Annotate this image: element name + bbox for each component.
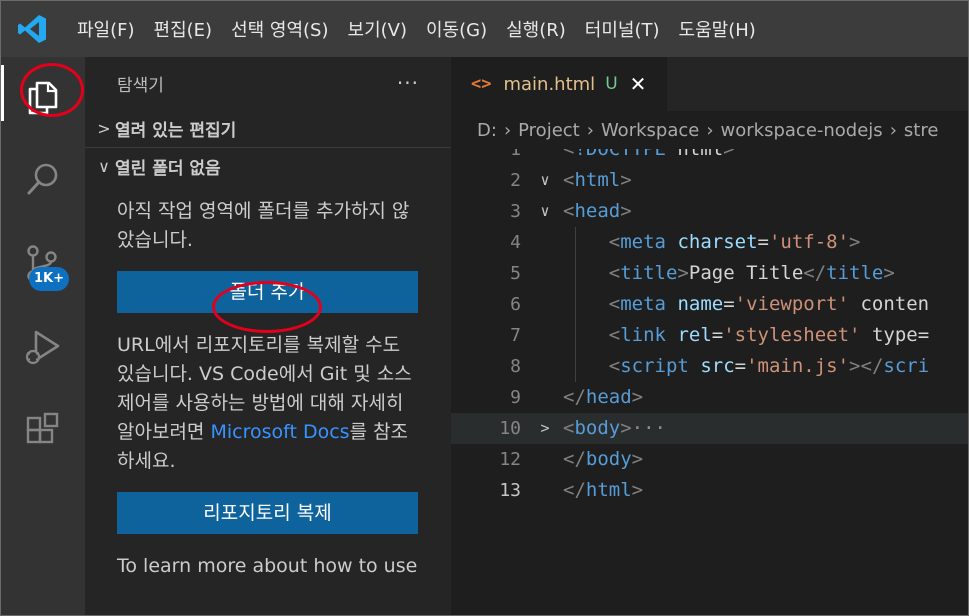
html-file-icon: <> [471, 74, 492, 94]
breadcrumb-item[interactable]: D: [477, 120, 497, 141]
menu-run[interactable]: 실행(R) [506, 16, 566, 42]
code-text: <!DOCTYPE html> [563, 149, 735, 160]
clone-description: URL에서 리포지토리를 복제할 수도 있습니다. VS Code에서 Git … [117, 331, 419, 476]
code-line[interactable]: 12 </body> [451, 444, 968, 475]
menu-file[interactable]: 파일(F) [77, 16, 135, 42]
code-line[interactable]: 1 <!DOCTYPE html> [451, 149, 968, 165]
code-text: <meta charset='utf-8'> [608, 231, 861, 253]
code-text: </head> [563, 386, 644, 408]
code-line[interactable]: 13 </html> [451, 475, 968, 506]
code-text: <head> [563, 200, 632, 222]
section-no-folder[interactable]: ∨ 열린 폴더 없음 [85, 147, 451, 185]
line-number: 5 [510, 263, 521, 284]
chevron-right-icon: › [586, 119, 594, 141]
code-text: </body> [563, 448, 644, 470]
code-text: <title>Page Title</title> [608, 262, 895, 284]
code-line[interactable]: 10 > <body>··· [451, 413, 968, 444]
chevron-down-icon: ∨ [98, 157, 110, 176]
microsoft-docs-link[interactable]: Microsoft Docs [210, 421, 349, 443]
run-debug-icon[interactable] [1, 307, 85, 387]
breadcrumb-item[interactable]: Project [518, 120, 580, 141]
intro-text: 아직 작업 영역에 폴더를 추가하지 않았습니다. [117, 200, 410, 251]
line-number: 12 [499, 449, 521, 470]
code-line[interactable]: 6 <meta name='viewport' conten [451, 289, 968, 320]
source-control-icon[interactable] [1, 223, 85, 303]
more-actions-icon[interactable]: ··· [397, 71, 419, 95]
clone-repository-button[interactable]: 리포지토리 복제 [117, 492, 418, 534]
code-line[interactable]: 7 <link rel='stylesheet' type= [451, 320, 968, 351]
menu-selection[interactable]: 선택 영역(S) [231, 16, 328, 42]
code-line[interactable]: 9 </head> [451, 382, 968, 413]
code-text: <link rel='stylesheet' type= [608, 324, 930, 346]
vscode-logo-icon [1, 1, 63, 57]
menu-bar: 파일(F) 편집(E) 선택 영역(S) 보기(V) 이동(G) 실행(R) 터… [1, 1, 968, 57]
search-icon[interactable] [1, 139, 85, 219]
tab-filename: main.html [503, 73, 596, 95]
close-icon[interactable]: ✕ [630, 72, 647, 96]
chevron-right-icon: > [97, 118, 111, 138]
untracked-badge: U [605, 74, 618, 94]
line-number: 2 [510, 170, 521, 191]
code-line[interactable]: 4 <meta charset='utf-8'> [451, 227, 968, 258]
breadcrumb-item[interactable]: workspace-nodejs [721, 120, 883, 141]
code-text: </html> [563, 479, 644, 501]
active-indicator [1, 65, 4, 121]
menu-view[interactable]: 보기(V) [348, 16, 407, 42]
line-number: 9 [510, 387, 521, 408]
fold-expand-icon[interactable]: > [535, 413, 555, 444]
chevron-right-icon: › [889, 119, 897, 141]
add-folder-button[interactable]: 폴더 추가 [117, 271, 418, 313]
code-line[interactable]: 8 <script src='main.js'></scri [451, 351, 968, 382]
breadcrumb: D: › Project › Workspace › workspace-nod… [451, 111, 968, 149]
menu-edit[interactable]: 편집(E) [154, 16, 213, 42]
learn-more-text: To learn more about how to use [117, 555, 418, 577]
explorer-sidebar: 탐색기 ··· > 열려 있는 편집기 ∨ 열린 폴더 없음 아직 작업 영역에… [85, 57, 451, 615]
code-line[interactable]: 2 ∨ <html> [451, 165, 968, 196]
line-number: 10 [499, 418, 521, 439]
fold-collapse-icon[interactable]: ∨ [535, 196, 555, 227]
line-number: 1 [510, 149, 521, 160]
tab-main-html[interactable]: <> main.html U ✕ [451, 57, 667, 111]
extensions-icon[interactable] [1, 391, 85, 471]
line-number: 13 [499, 480, 521, 501]
menu-go[interactable]: 이동(G) [426, 16, 487, 42]
code-text: <script src='main.js'></scri [608, 355, 930, 377]
line-number: 6 [510, 294, 521, 315]
line-number: 4 [510, 232, 521, 253]
explorer-icon[interactable] [1, 57, 85, 137]
menu-terminal[interactable]: 터미널(T) [585, 16, 660, 42]
code-line[interactable]: 5 <title>Page Title</title> [451, 258, 968, 289]
code-editor[interactable]: 1 <!DOCTYPE html> 2 ∨ <html> 3 ∨ <head> 4 <meta … [451, 149, 968, 615]
code-text: <body>··· [563, 417, 666, 439]
section-label: 열려 있는 편집기 [115, 120, 237, 141]
chevron-right-icon: › [706, 119, 714, 141]
fold-collapse-icon[interactable]: ∨ [535, 165, 555, 196]
breadcrumb-item[interactable]: stre [904, 120, 939, 141]
code-line[interactable]: 3 ∨ <head> [451, 196, 968, 227]
section-open-editors[interactable]: > 열려 있는 편집기 [85, 109, 451, 147]
menu-help[interactable]: 도움말(H) [679, 16, 756, 42]
code-text: <meta name='viewport' conten [608, 293, 930, 315]
activity-bar [1, 57, 85, 615]
breadcrumb-item[interactable]: Workspace [601, 120, 699, 141]
line-number: 3 [510, 201, 521, 222]
sidebar-title: 탐색기 [117, 75, 164, 96]
code-text: <html> [563, 169, 632, 191]
line-number: 8 [510, 356, 521, 377]
source-control-badge: 1K+ [29, 267, 70, 291]
empty-workspace-content: 아직 작업 영역에 폴더를 추가하지 않았습니다. 폴더 추가 URL에서 리포… [85, 185, 451, 581]
vscode-window: 파일(F) 편집(E) 선택 영역(S) 보기(V) 이동(G) 실행(R) 터… [0, 0, 969, 616]
section-label: 열린 폴더 없음 [115, 159, 221, 179]
line-number: 7 [510, 325, 521, 346]
editor-tabs: <> main.html U ✕ [451, 57, 968, 111]
sidebar-header: 탐색기 ··· [85, 57, 451, 109]
chevron-right-icon: › [503, 119, 512, 141]
